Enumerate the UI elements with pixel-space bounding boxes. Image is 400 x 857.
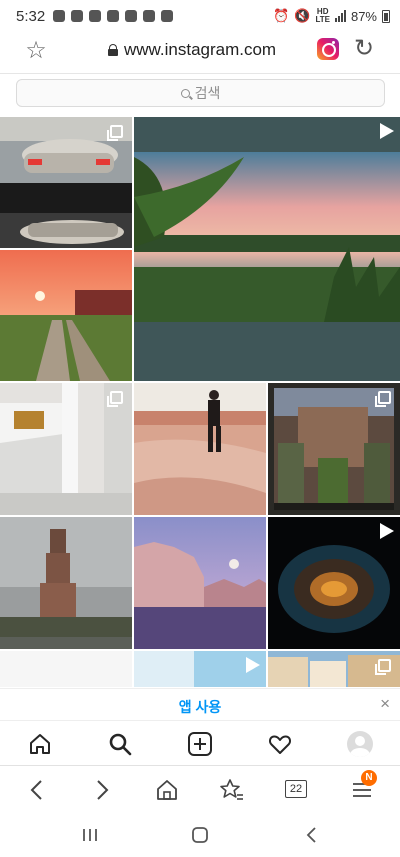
search-icon xyxy=(180,88,190,98)
notification-icon xyxy=(161,10,174,22)
nav-search[interactable] xyxy=(105,729,135,759)
search-placeholder: 검색 xyxy=(194,85,221,101)
video-play-icon xyxy=(380,123,394,139)
notification-icon xyxy=(53,10,66,22)
grid-post[interactable] xyxy=(0,250,132,381)
post-image xyxy=(134,517,266,649)
reload-icon[interactable]: ↻ xyxy=(350,35,378,63)
network-indicator: HD LTE xyxy=(315,8,330,24)
heart-icon xyxy=(269,735,291,754)
post-image xyxy=(0,517,132,649)
grid-post[interactable] xyxy=(134,517,266,649)
carousel-icon xyxy=(375,391,391,407)
update-badge: N xyxy=(361,770,377,786)
video-play-icon xyxy=(380,523,394,539)
system-home-button[interactable] xyxy=(188,823,212,847)
grid-post[interactable] xyxy=(134,117,400,381)
home-icon xyxy=(30,734,50,754)
url-text: www.instagram.com xyxy=(124,40,277,59)
battery-icon xyxy=(382,9,390,23)
post-image xyxy=(0,250,132,381)
grid-post[interactable] xyxy=(0,651,132,687)
forward-button[interactable] xyxy=(87,775,117,805)
browser-address-bar: ☆ www.instagram.com ↻ xyxy=(0,32,400,72)
recent-apps-button[interactable] xyxy=(78,823,102,847)
grid-post[interactable] xyxy=(268,383,400,515)
post-image xyxy=(134,117,400,381)
grid-post[interactable] xyxy=(0,383,132,515)
post-image xyxy=(134,383,266,515)
new-post-icon xyxy=(188,732,212,756)
search-icon xyxy=(109,733,132,756)
url-bar[interactable]: www.instagram.com xyxy=(108,40,276,60)
alarm-icon: ⏰ xyxy=(273,8,290,23)
chevron-right-icon xyxy=(97,780,109,800)
instagram-bottom-nav xyxy=(0,722,400,766)
recent-apps-icon xyxy=(83,829,97,841)
nav-activity[interactable] xyxy=(265,729,295,759)
grid-post[interactable] xyxy=(134,651,266,687)
mute-icon: 🔇 xyxy=(294,8,311,23)
video-play-icon xyxy=(246,657,260,673)
explore-grid xyxy=(0,117,400,687)
grid-post[interactable] xyxy=(268,517,400,649)
chevron-left-icon xyxy=(306,827,316,843)
grid-post[interactable] xyxy=(134,383,266,515)
system-back-button[interactable] xyxy=(300,823,324,847)
signal-icon xyxy=(334,10,346,22)
open-app-button[interactable]: 앱 사용 xyxy=(0,697,400,717)
tabs-button[interactable]: 22 xyxy=(282,775,312,805)
back-button[interactable] xyxy=(22,775,52,805)
carousel-icon xyxy=(107,125,123,141)
notification-icon xyxy=(143,10,156,22)
bookmarks-button[interactable] xyxy=(217,775,247,805)
instagram-logo-icon[interactable] xyxy=(317,38,339,60)
square-home-icon xyxy=(192,827,208,843)
nav-profile[interactable] xyxy=(345,729,375,759)
grid-post[interactable] xyxy=(0,117,132,248)
system-navigation-bar xyxy=(0,811,400,857)
notification-icon xyxy=(107,10,120,22)
status-bar: 5:32 ⏰ 🔇 HD LTE 87% xyxy=(0,0,400,32)
divider xyxy=(0,73,400,74)
status-time: 5:32 xyxy=(16,7,46,25)
bookmark-star-icon xyxy=(220,779,243,800)
chevron-left-icon xyxy=(30,780,42,800)
browser-home-button[interactable] xyxy=(152,775,182,805)
carousel-icon xyxy=(375,659,391,675)
tab-count: 22 xyxy=(285,780,307,798)
open-app-banner: 앱 사용 × xyxy=(0,688,400,721)
carousel-icon xyxy=(107,391,123,407)
nav-new-post[interactable] xyxy=(185,729,215,759)
close-icon[interactable]: × xyxy=(380,694,390,714)
home-icon xyxy=(157,780,177,800)
grid-post[interactable] xyxy=(268,651,400,687)
network-lte: LTE xyxy=(315,15,330,24)
browser-toolbar: 22 N xyxy=(0,767,400,811)
nav-home[interactable] xyxy=(25,729,55,759)
avatar xyxy=(347,731,373,757)
grid-post[interactable] xyxy=(0,517,132,649)
bookmark-star-icon[interactable]: ☆ xyxy=(22,37,50,65)
battery-level: 87% xyxy=(350,8,377,24)
notification-icon xyxy=(71,10,84,22)
notification-icon xyxy=(125,10,138,22)
search-input[interactable]: 검색 xyxy=(16,79,385,107)
notification-icon xyxy=(89,10,102,22)
lock-icon xyxy=(108,44,118,56)
